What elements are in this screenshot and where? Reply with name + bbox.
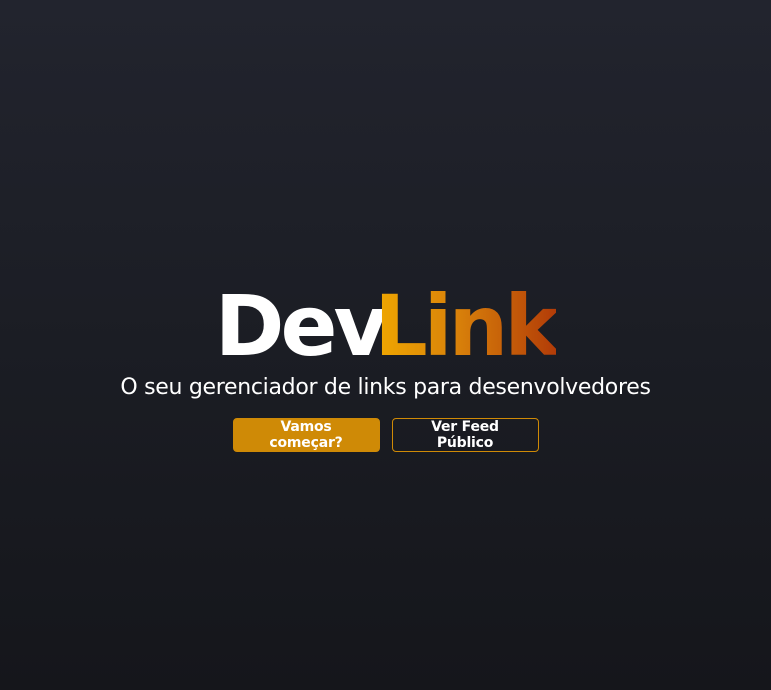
public-feed-button[interactable]: Ver Feed Público [391, 418, 539, 452]
logo-dev-text: Dev [214, 277, 388, 375]
hero-actions: Vamos começar? Ver Feed Público [232, 418, 539, 452]
get-started-button[interactable]: Vamos começar? [232, 418, 380, 452]
hero-subtitle: O seu gerenciador de links para desenvol… [120, 375, 651, 400]
hero-section: Dev Link O seu gerenciador de links para … [0, 280, 771, 452]
logo-link-text: Link [374, 277, 560, 375]
devlink-logo: Dev Link [214, 277, 560, 375]
